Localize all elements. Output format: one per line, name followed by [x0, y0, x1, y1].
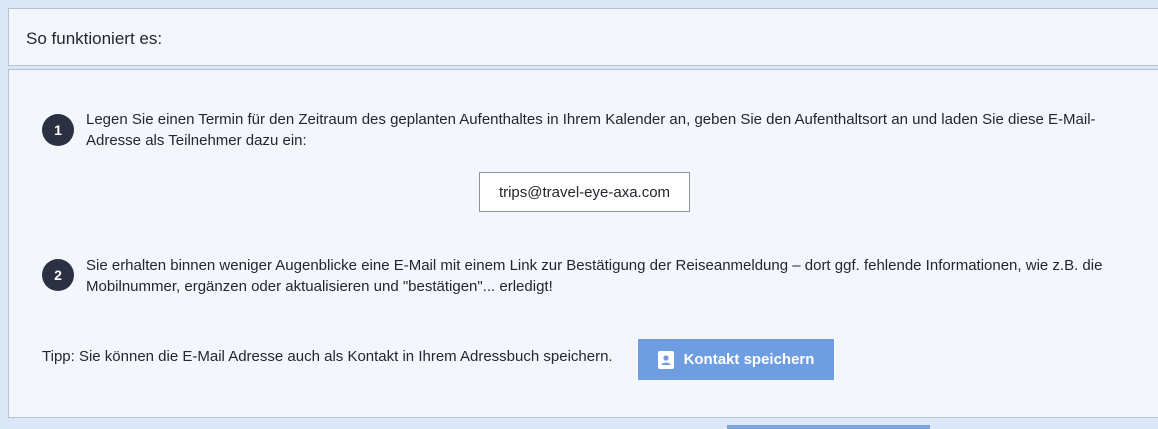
save-contact-button[interactable]: Kontakt speichern: [638, 339, 834, 380]
email-address-field[interactable]: trips@travel-eye-axa.com: [479, 172, 690, 212]
save-contact-label: Kontakt speichern: [683, 351, 815, 368]
step-2-badge: 2: [42, 259, 74, 291]
step-2-text: Sie erhalten binnen weniger Augenblicke …: [86, 257, 1103, 295]
contact-card-icon: [657, 350, 674, 369]
bottom-tab-edge: [727, 425, 930, 429]
how-it-works-header: So funktioniert es:: [8, 8, 1158, 66]
section-title: So funktioniert es:: [26, 29, 163, 48]
tip-text: Tipp: Sie können die E-Mail Adresse auch…: [42, 348, 613, 365]
instructions-panel: 1 Legen Sie einen Termin für den Zeitrau…: [8, 69, 1158, 418]
step-1-badge: 1: [42, 114, 74, 146]
step-1-text: Legen Sie einen Termin für den Zeitraum …: [86, 111, 1096, 149]
